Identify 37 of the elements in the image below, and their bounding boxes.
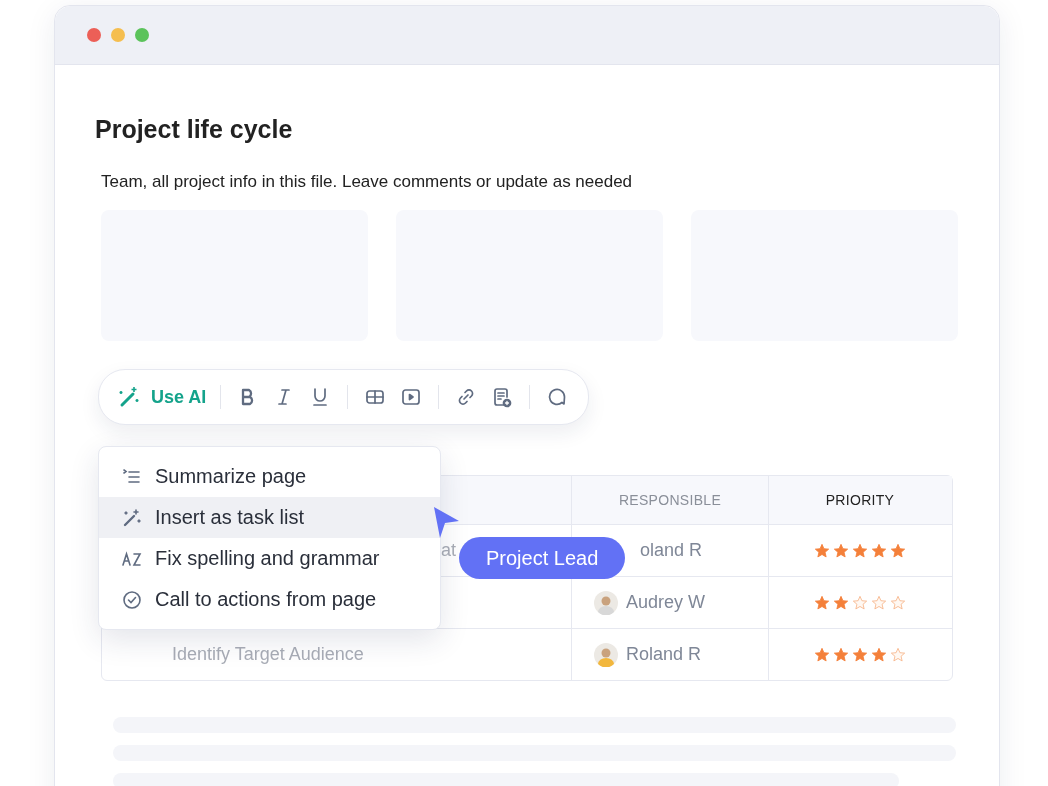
star-icon <box>852 594 868 611</box>
avatar-icon <box>594 642 618 667</box>
star-icon <box>890 542 906 559</box>
task-name: at <box>441 540 456 561</box>
menu-item[interactable]: Call to actions from page <box>99 579 440 620</box>
star-icon <box>833 542 849 559</box>
star-icon <box>814 646 830 663</box>
window-control[interactable] <box>87 28 101 42</box>
document-description: Team, all project info in this file. Leave comments or update as needed <box>101 172 634 192</box>
add-page-icon <box>491 386 514 408</box>
check-circle-icon <box>121 588 143 611</box>
person-name: Audrey W <box>626 592 706 613</box>
person-name: oland R <box>640 540 703 561</box>
star-icon <box>852 542 868 559</box>
video-icon <box>400 386 423 408</box>
avatar-icon <box>594 590 618 615</box>
column-header: PRIORITY <box>824 491 896 510</box>
task-name: Identify Target Audience <box>172 644 364 665</box>
star-icon <box>814 542 830 559</box>
star-icon <box>871 542 887 559</box>
star-icon <box>814 594 830 611</box>
star-icon <box>890 594 906 611</box>
magic-wand-icon <box>121 506 143 529</box>
star-icon <box>871 594 887 611</box>
star-icon <box>833 646 849 663</box>
star-icon <box>833 594 849 611</box>
column-header: RESPONSIBLE <box>572 476 769 524</box>
star-icon <box>890 646 906 663</box>
star-icon <box>852 646 868 663</box>
star-icon <box>871 646 887 663</box>
person-name: Roland R <box>626 644 702 665</box>
menu-item[interactable]: Summarize page <box>99 456 440 497</box>
menu-item[interactable]: Insert as task list <box>99 497 440 538</box>
magic-wand-icon <box>117 385 141 409</box>
document-title: Project life cycle <box>95 115 294 144</box>
menu-item[interactable]: Fix spelling and grammar <box>99 538 440 579</box>
user-badge: Project Lead <box>459 537 626 579</box>
